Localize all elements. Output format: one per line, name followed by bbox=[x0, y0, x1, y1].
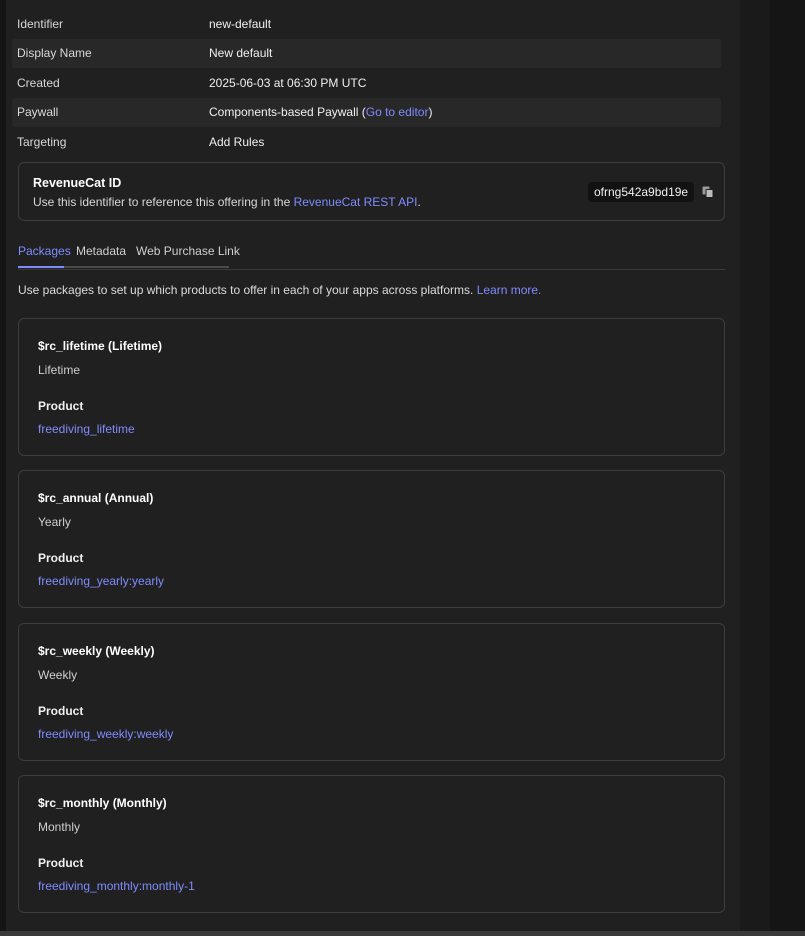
detail-row-created: Created 2025-06-03 at 06:30 PM UTC bbox=[12, 68, 721, 98]
add-rules-link[interactable]: Add Rules bbox=[209, 135, 264, 149]
package-duration: Yearly bbox=[38, 515, 71, 529]
detail-row-identifier: Identifier new-default bbox=[12, 9, 721, 39]
detail-value: 2025-06-03 at 06:30 PM UTC bbox=[209, 75, 367, 90]
detail-row-paywall: Paywall Components-based Paywall (Go to … bbox=[12, 97, 721, 127]
revenuecat-id-card: RevenueCat ID Use this identifier to ref… bbox=[18, 162, 725, 221]
package-card-weekly[interactable]: $rc_weekly (Weekly) Weekly Product freed… bbox=[18, 623, 725, 761]
detail-value: Components-based Paywall (Go to editor) bbox=[209, 105, 432, 119]
detail-value: new-default bbox=[209, 16, 272, 31]
package-identifier: $rc_weekly (Weekly) bbox=[38, 644, 155, 658]
product-label: Product bbox=[38, 704, 84, 718]
description-suffix: . bbox=[417, 195, 421, 209]
offering-details: Identifier new-default Display Name New … bbox=[12, 9, 721, 157]
package-identifier: $rc_lifetime (Lifetime) bbox=[38, 339, 163, 353]
detail-key: Identifier bbox=[17, 16, 64, 31]
detail-row-targeting: Targeting Add Rules bbox=[12, 127, 721, 157]
package-card-annual[interactable]: $rc_annual (Annual) Yearly Product freed… bbox=[18, 470, 725, 608]
copy-icon[interactable] bbox=[701, 185, 715, 199]
package-identifier: $rc_monthly (Monthly) bbox=[38, 796, 167, 810]
revenuecat-id-value: ofrng542a9bd19e bbox=[588, 182, 695, 202]
tab-divider bbox=[64, 266, 229, 268]
revenuecat-id-description: Use this identifier to reference this of… bbox=[33, 195, 421, 209]
package-card-monthly[interactable]: $rc_monthly (Monthly) Monthly Product fr… bbox=[18, 775, 725, 913]
offering-tabs: Packages Metadata Web Purchase Link bbox=[18, 240, 725, 270]
package-duration: Lifetime bbox=[38, 363, 81, 377]
active-tab-indicator bbox=[18, 266, 64, 268]
intro-text: Use packages to set up which products to… bbox=[18, 283, 477, 297]
detail-value: New default bbox=[209, 46, 273, 61]
tab-web-purchase-link[interactable]: Web Purchase Link bbox=[136, 244, 240, 258]
detail-row-display-name: Display Name New default bbox=[12, 38, 721, 68]
description-text: Use this identifier to reference this of… bbox=[33, 195, 294, 209]
product-link[interactable]: freediving_monthly:monthly-1 bbox=[38, 879, 195, 893]
detail-key: Targeting bbox=[17, 134, 67, 149]
paywall-value: Components-based Paywall ( bbox=[209, 105, 366, 120]
revenuecat-id-title: RevenueCat ID bbox=[33, 176, 122, 190]
packages-intro: Use packages to set up which products to… bbox=[18, 283, 541, 297]
detail-key: Paywall bbox=[17, 105, 59, 120]
learn-more-link[interactable]: Learn more. bbox=[477, 283, 542, 297]
product-link[interactable]: freediving_weekly:weekly bbox=[38, 727, 173, 741]
detail-key: Display Name bbox=[17, 46, 92, 61]
package-duration: Monthly bbox=[38, 820, 81, 834]
product-label: Product bbox=[38, 399, 84, 413]
detail-key: Created bbox=[17, 75, 60, 90]
rest-api-link[interactable]: RevenueCat REST API bbox=[294, 195, 418, 209]
go-to-editor-link[interactable]: Go to editor bbox=[366, 105, 429, 119]
horizontal-scrollbar[interactable] bbox=[0, 931, 805, 936]
tab-packages[interactable]: Packages bbox=[18, 244, 71, 258]
product-label: Product bbox=[38, 856, 84, 870]
product-label: Product bbox=[38, 551, 84, 565]
paywall-suffix: ) bbox=[428, 105, 433, 120]
tab-metadata[interactable]: Metadata bbox=[76, 244, 126, 258]
scrollbar-track[interactable] bbox=[770, 0, 805, 936]
package-duration: Weekly bbox=[38, 668, 78, 682]
product-link[interactable]: freediving_yearly:yearly bbox=[38, 574, 164, 588]
right-gutter bbox=[740, 0, 770, 936]
product-link[interactable]: freediving_lifetime bbox=[38, 422, 135, 436]
package-identifier: $rc_annual (Annual) bbox=[38, 491, 154, 505]
package-card-lifetime[interactable]: $rc_lifetime (Lifetime) Lifetime Product… bbox=[18, 318, 725, 456]
